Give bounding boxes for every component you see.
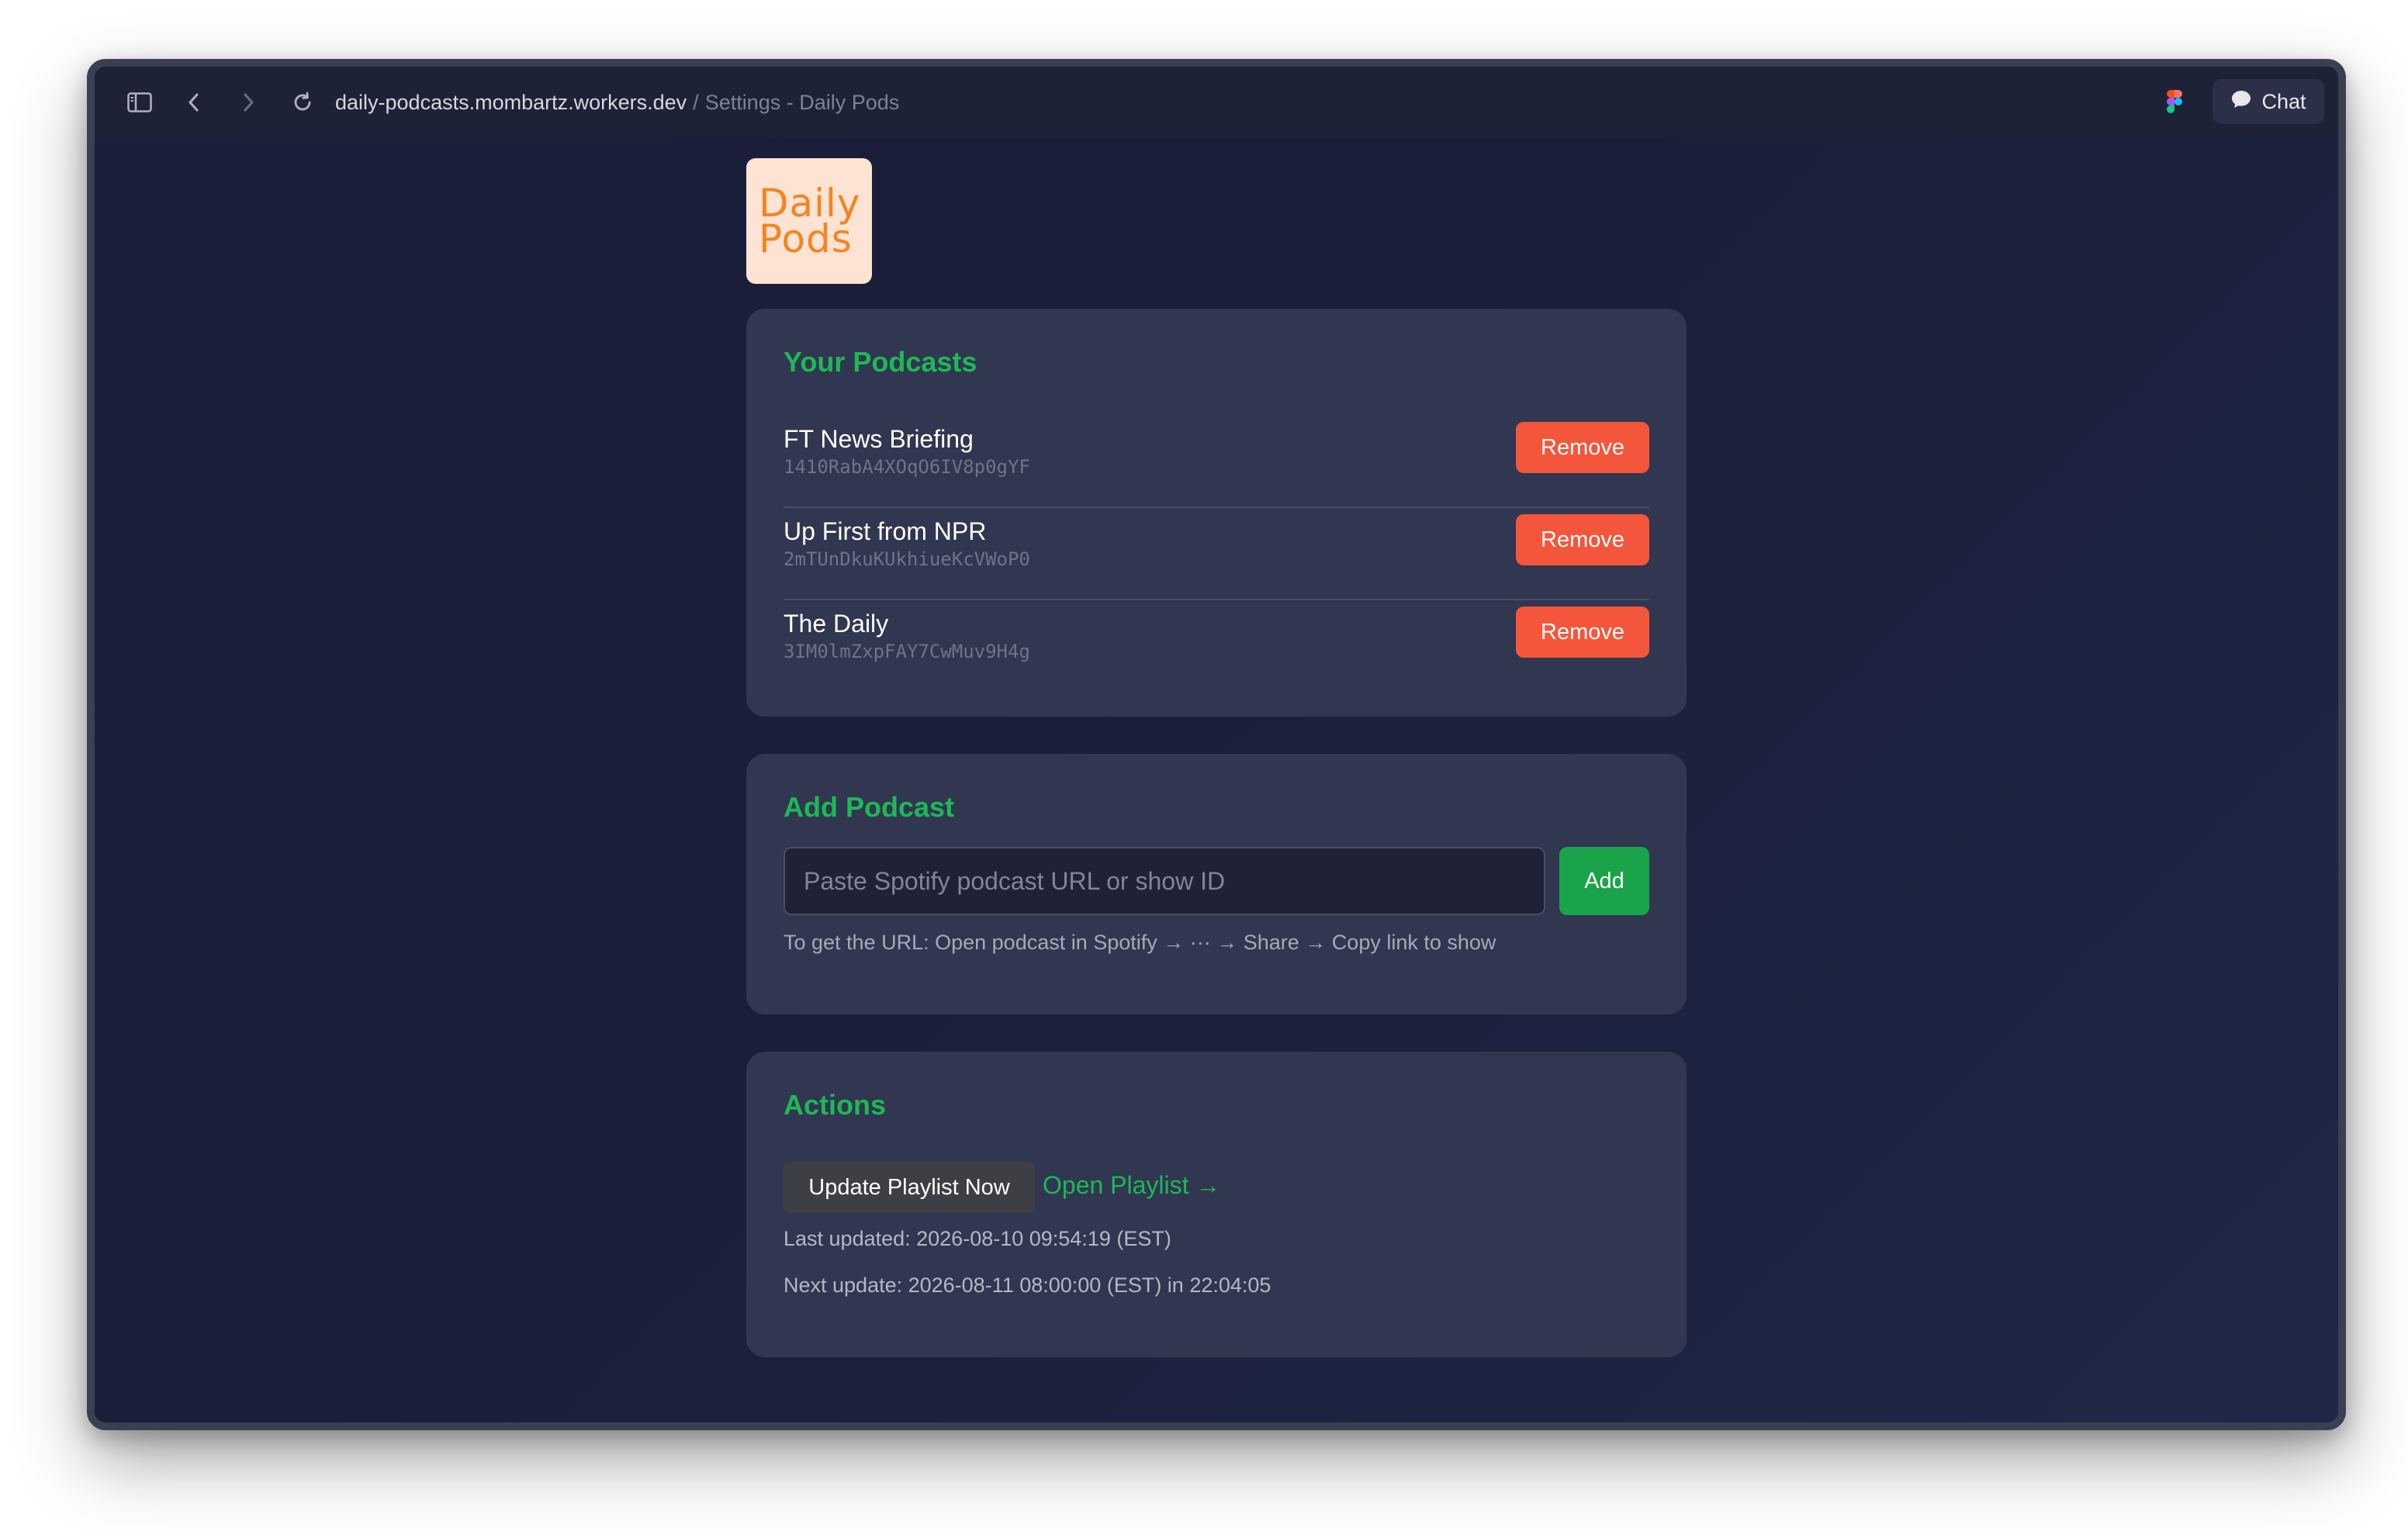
address-bar[interactable]: daily-podcasts.mombartz.workers.dev / Se… <box>335 85 899 119</box>
podcast-name: FT News Briefing <box>784 425 974 453</box>
add-button[interactable]: Add <box>1559 847 1649 915</box>
reload-icon[interactable] <box>289 88 317 116</box>
browser-toolbar: daily-podcasts.mombartz.workers.dev / Se… <box>95 67 2338 140</box>
chevron-left-icon[interactable] <box>180 88 208 116</box>
url-separator: / <box>693 90 699 114</box>
open-playlist-link[interactable]: Open Playlist → <box>1043 1171 1220 1200</box>
chat-bubble-icon <box>2230 89 2252 115</box>
last-updated-text: Last updated: 2026-08-10 09:54:19 (EST) <box>784 1227 1171 1250</box>
chat-label: Chat <box>2261 89 2306 113</box>
podcast-row: The Daily 3IM0lmZxpFAY7CwMuv9H4g Remove <box>784 600 1649 693</box>
remove-button[interactable]: Remove <box>1516 514 1649 565</box>
next-update-text: Next update: 2026-08-11 08:00:00 (EST) i… <box>784 1274 1271 1297</box>
podcast-row: Up First from NPR 2mTUnDkuKUkhiueKcVWoP0… <box>784 508 1649 600</box>
remove-button[interactable]: Remove <box>1516 422 1649 473</box>
actions-card: Actions Update Playlist Now Open Playlis… <box>746 1052 1687 1357</box>
page-content: Daily Pods Your Podcasts FT News Briefin… <box>95 138 2338 1422</box>
podcast-name: Up First from NPR <box>784 517 987 545</box>
chat-button[interactable]: Chat <box>2213 79 2324 124</box>
your-podcasts-title: Your Podcasts <box>784 346 977 378</box>
podcast-row: FT News Briefing 1410RabA4XOqO6IV8p0gYF … <box>784 416 1649 508</box>
podcast-name: The Daily <box>784 610 889 638</box>
logo-line-2: Pods <box>759 216 853 261</box>
add-podcast-card: Add Podcast Add To get the URL: Open pod… <box>746 754 1687 1014</box>
sidebar-toggle-icon[interactable] <box>126 88 154 116</box>
actions-title: Actions <box>784 1089 887 1121</box>
url-domain: daily-podcasts.mombartz.workers.dev <box>335 90 687 114</box>
chevron-right-icon[interactable] <box>234 88 262 116</box>
browser-window: daily-podcasts.mombartz.workers.dev / Se… <box>87 59 2346 1430</box>
figma-icon[interactable] <box>2166 90 2183 115</box>
podcast-id: 1410RabA4XOqO6IV8p0gYF <box>784 456 1030 478</box>
remove-button[interactable]: Remove <box>1516 607 1649 658</box>
add-podcast-hint: To get the URL: Open podcast in Spotify … <box>784 931 1496 954</box>
your-podcasts-card: Your Podcasts FT News Briefing 1410RabA4… <box>746 309 1687 717</box>
page-title: Settings - Daily Pods <box>704 90 900 114</box>
podcast-id: 3IM0lmZxpFAY7CwMuv9H4g <box>784 641 1030 662</box>
podcast-url-input[interactable] <box>784 847 1545 915</box>
podcast-id: 2mTUnDkuKUkhiueKcVWoP0 <box>784 548 1030 570</box>
daily-pods-logo: Daily Pods <box>746 158 872 284</box>
add-podcast-title: Add Podcast <box>784 791 955 823</box>
update-playlist-button[interactable]: Update Playlist Now <box>784 1162 1035 1213</box>
